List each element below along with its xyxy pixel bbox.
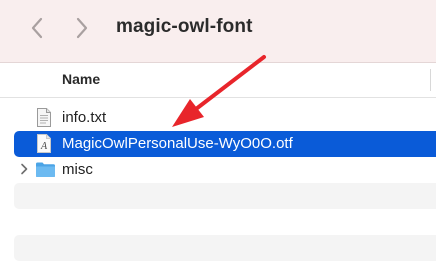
back-button[interactable] [27, 16, 49, 40]
disclosure-triangle-icon[interactable] [20, 163, 28, 175]
list-item-misc-folder[interactable]: misc [14, 157, 436, 183]
name-column-header[interactable]: Name [62, 71, 100, 87]
window-title: magic-owl-font [116, 16, 253, 37]
text-file-icon [37, 108, 51, 127]
list-item-font-file[interactable]: A MagicOwlPersonalUse-WyO0O.otf [14, 131, 436, 157]
list-column-header[interactable]: Name [0, 63, 436, 98]
folder-icon [36, 162, 55, 177]
file-name: info.txt [62, 109, 107, 126]
empty-row [14, 209, 436, 235]
column-divider[interactable] [430, 69, 431, 91]
folder-name: misc [62, 161, 93, 178]
chevron-left-icon [31, 17, 43, 39]
finder-toolbar: magic-owl-font [0, 0, 436, 63]
list-item-info-txt[interactable]: info.txt [14, 105, 436, 131]
file-name: MagicOwlPersonalUse-WyO0O.otf [62, 135, 293, 152]
chevron-right-icon [76, 17, 88, 39]
svg-text:A: A [40, 141, 48, 152]
empty-row [14, 235, 436, 261]
empty-row [14, 183, 436, 209]
forward-button[interactable] [70, 16, 92, 40]
font-file-icon: A [37, 134, 51, 153]
